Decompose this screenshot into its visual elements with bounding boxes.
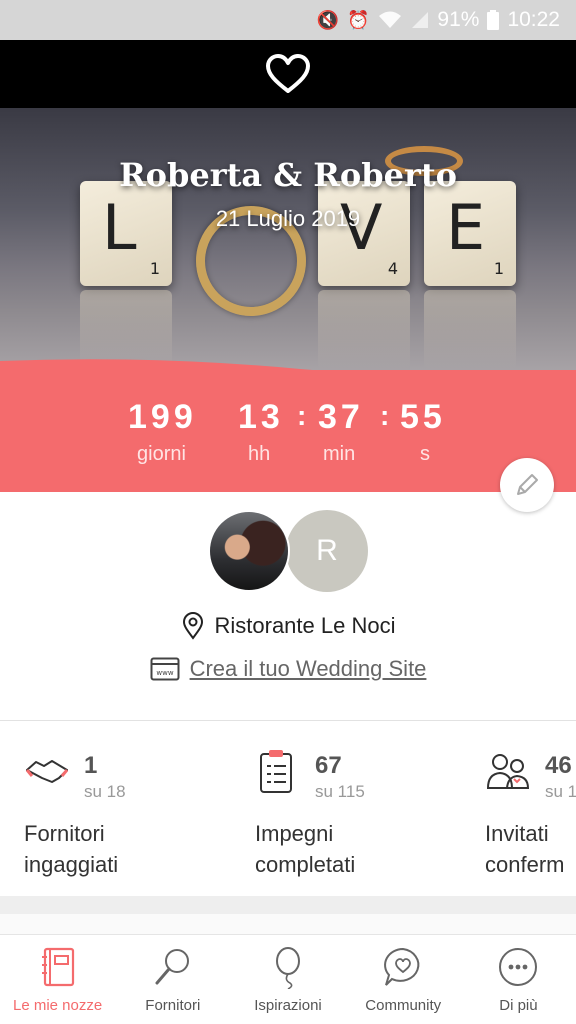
next-card-peek	[0, 914, 576, 934]
more-icon	[499, 948, 538, 986]
wifi-icon	[379, 11, 402, 28]
search-icon	[155, 949, 189, 985]
letter-tile-v: V4	[318, 181, 410, 286]
create-website-link[interactable]: Crea il tuo Wedding Site	[190, 656, 427, 682]
guests-total: su 1	[545, 782, 576, 801]
venue-name: Ristorante Le Noci	[214, 613, 396, 638]
countdown-days: 199	[128, 398, 197, 436]
section-divider	[0, 720, 576, 721]
tasks-count: 67	[315, 752, 342, 779]
location-pin-icon	[182, 612, 203, 640]
countdown-hours: 13	[238, 398, 284, 436]
signal-icon	[412, 12, 429, 28]
nav-more[interactable]: Di più	[461, 935, 576, 1024]
pencil-icon	[517, 474, 538, 495]
tasks-label: Impegni completati	[255, 821, 356, 877]
wedding-date: 21 Luglio 2019	[215, 206, 361, 231]
heart-logo-icon	[266, 54, 310, 93]
vendors-count: 1	[84, 752, 98, 779]
clock: 10:22	[507, 8, 560, 31]
chat-heart-icon	[384, 947, 420, 986]
website-row[interactable]: www Crea il tuo Wedding Site	[0, 656, 576, 682]
countdown-minutes: 37	[318, 398, 364, 436]
status-bar: 🔇 ⏰ 91% 10:22	[0, 0, 576, 40]
handshake-icon	[25, 760, 69, 783]
browser-icon: www	[150, 657, 180, 681]
mute-icon: 🔇	[316, 9, 339, 30]
countdown-separator: :	[297, 400, 311, 431]
letter-tile-e: E1	[424, 181, 516, 286]
nav-my-wedding[interactable]: Le mie nozze	[0, 935, 115, 1024]
label-days: giorni	[137, 443, 186, 465]
section-spacer	[0, 896, 576, 914]
partner-avatar[interactable]: R	[286, 510, 368, 592]
label-minutes: min	[323, 443, 356, 465]
stat-vendors[interactable]: 1 su 18 Fornitori ingaggiati	[24, 748, 254, 888]
balloon-icon	[276, 947, 300, 989]
venue-row[interactable]: Ristorante Le Noci	[0, 612, 576, 640]
bottom-navigation: Le mie nozze Fornitori Ispirazioni Commu…	[0, 934, 576, 1024]
countdown-separator: :	[380, 400, 394, 431]
letter-tile-l: L1	[80, 181, 172, 286]
notebook-icon	[41, 947, 74, 987]
couple-names: Roberta & Roberto	[119, 156, 457, 194]
svg-text:www: www	[156, 669, 173, 677]
alarm-icon: ⏰	[346, 9, 370, 30]
countdown-values: 199 13 : 37 : 55	[0, 398, 576, 438]
vendors-label: Fornitori ingaggiati	[24, 821, 119, 877]
countdown-seconds: 55	[400, 398, 446, 436]
vendors-total: su 18	[84, 782, 126, 801]
edit-button[interactable]	[500, 458, 554, 512]
app-header	[0, 40, 576, 108]
guests-count: 46	[545, 752, 572, 779]
couple-photo-avatar[interactable]	[208, 510, 290, 592]
battery-icon	[487, 10, 500, 30]
battery-percent: 91%	[437, 8, 480, 31]
stat-tasks[interactable]: 67 su 115 Impegni completati	[255, 748, 485, 888]
nav-vendors[interactable]: Fornitori	[115, 935, 230, 1024]
checklist-icon	[260, 750, 292, 793]
label-hours: hh	[248, 443, 271, 465]
nav-inspiration[interactable]: Ispirazioni	[230, 935, 345, 1024]
stat-guests[interactable]: 46 su 1 Invitati conferm	[485, 748, 576, 888]
tasks-total: su 115	[315, 782, 365, 801]
guests-icon	[486, 754, 530, 789]
guests-label: Invitati conferm	[485, 821, 565, 877]
label-seconds: s	[420, 443, 430, 465]
nav-community[interactable]: Community	[346, 935, 461, 1024]
